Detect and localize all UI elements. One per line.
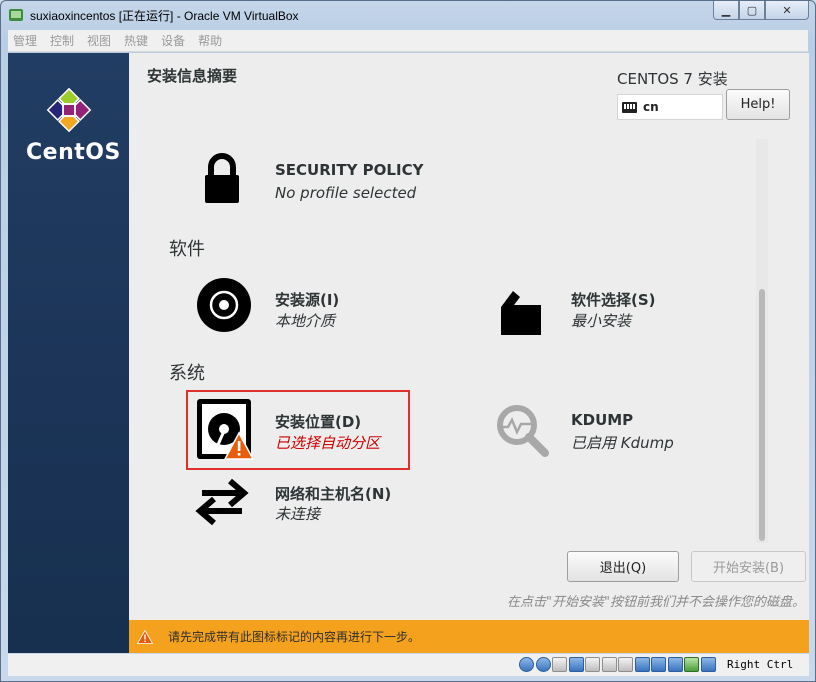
page-title: 安装信息摘要 — [147, 67, 238, 85]
product-title: CENTOS 7 安装 — [617, 70, 728, 88]
quit-button[interactable]: 退出(Q) — [567, 551, 679, 582]
help-button[interactable]: Help! — [726, 89, 790, 120]
lock-icon — [205, 153, 239, 203]
spoke-title: 软件选择(S) — [571, 291, 656, 309]
virtualbox-icon — [9, 9, 23, 21]
disc-icon — [197, 278, 251, 332]
begin-installation-button[interactable]: 开始安装(B) — [691, 551, 806, 582]
audio-status-icon[interactable] — [552, 657, 567, 672]
disk-note: 在点击"开始安装"按钮前我们并不会操作您的磁盘。 — [507, 595, 805, 610]
spoke-installation-destination[interactable]: 安装位置(D) 已选择自动分区 — [188, 397, 408, 463]
network-arrows-icon — [195, 478, 249, 526]
menu-bar: 管理 控制 视图 热键 设备 帮助 — [8, 30, 808, 52]
spoke-status: 本地介质 — [275, 312, 336, 330]
spoke-status: No profile selected — [275, 184, 417, 202]
keyboard-icon — [622, 101, 637, 113]
package-icon — [501, 291, 541, 335]
status-bar: Right Ctrl — [8, 654, 809, 676]
harddisk-warning-icon — [197, 399, 255, 460]
usb-status-icon[interactable] — [585, 657, 600, 672]
spoke-status: 最小安装 — [571, 312, 632, 330]
spoke-title: 网络和主机名(N) — [275, 485, 392, 503]
warning-icon — [137, 629, 153, 644]
keyboard-layout-label: cn — [643, 100, 659, 114]
menu-item-manage[interactable]: 管理 — [13, 32, 37, 49]
close-button[interactable]: ✕ — [765, 1, 809, 20]
menu-item-view[interactable]: 视图 — [87, 32, 111, 49]
spoke-installation-source[interactable]: 安装源(I) 本地介质 — [188, 277, 448, 337]
network-status-icon[interactable] — [568, 657, 584, 672]
keyboard-capture-status-icon[interactable] — [700, 657, 716, 672]
display-status-icon[interactable] — [618, 657, 633, 672]
maximize-button[interactable]: ▢ — [739, 1, 765, 20]
spoke-security-policy[interactable]: SECURITY POLICY No profile selected — [188, 151, 448, 211]
spoke-kdump[interactable]: KDUMP 已启用 Kdump — [493, 399, 753, 459]
spoke-title: 安装位置(D) — [275, 413, 362, 431]
hard-disk-status-icon[interactable] — [519, 657, 534, 672]
magnifier-icon — [497, 405, 549, 457]
menu-item-help[interactable]: 帮助 — [198, 32, 222, 49]
virtualization-status-icon[interactable] — [667, 657, 683, 672]
spoke-title: SECURITY POLICY — [275, 161, 424, 179]
centos-logo-text: CentOS — [26, 140, 121, 165]
cpu-status-icon[interactable] — [651, 657, 666, 672]
host-key-label: Right Ctrl — [727, 658, 794, 671]
minimize-button[interactable]: ▁ — [713, 1, 739, 20]
spoke-status-warning: 已选择自动分区 — [275, 434, 381, 452]
menu-item-devices[interactable]: 设备 — [161, 32, 185, 49]
installer-sidebar: CentOS — [8, 53, 129, 653]
category-system: 系统 — [169, 363, 205, 384]
guest-screen[interactable]: CentOS 安装信息摘要 CENTOS 7 安装 cn Help! SECUR… — [8, 53, 809, 653]
spoke-title: 安装源(I) — [275, 291, 340, 309]
window-title: suxiaoxincentos [正在运行] - Oracle VM Virtu… — [30, 9, 299, 23]
menu-item-control[interactable]: 控制 — [50, 32, 74, 49]
keyboard-layout-indicator[interactable]: cn — [617, 94, 723, 120]
spoke-network-hostname[interactable]: 网络和主机名(N) 未连接 — [188, 473, 448, 533]
spoke-status: 已启用 Kdump — [571, 434, 674, 452]
shared-folders-status-icon[interactable] — [601, 657, 617, 672]
warning-text: 请先完成带有此图标标记的内容再进行下一步。 — [168, 630, 421, 644]
warning-bar: 请先完成带有此图标标记的内容再进行下一步。 — [129, 620, 809, 653]
spoke-status: 未连接 — [275, 505, 321, 523]
mouse-integration-status-icon[interactable] — [684, 657, 699, 672]
video-capture-status-icon[interactable] — [634, 657, 650, 672]
virtualbox-window: suxiaoxincentos [正在运行] - Oracle VM Virtu… — [0, 0, 816, 682]
spoke-software-selection[interactable]: 软件选择(S) 最小安装 — [493, 277, 753, 337]
centos-logo-icon — [46, 87, 92, 133]
optical-drive-status-icon[interactable] — [535, 657, 551, 672]
title-bar[interactable]: suxiaoxincentos [正在运行] - Oracle VM Virtu… — [1, 1, 815, 29]
spoke-title: KDUMP — [571, 411, 634, 429]
scrollbar-thumb[interactable] — [759, 289, 765, 541]
category-software: 软件 — [169, 239, 205, 260]
menu-item-hotkeys[interactable]: 热键 — [124, 32, 148, 49]
